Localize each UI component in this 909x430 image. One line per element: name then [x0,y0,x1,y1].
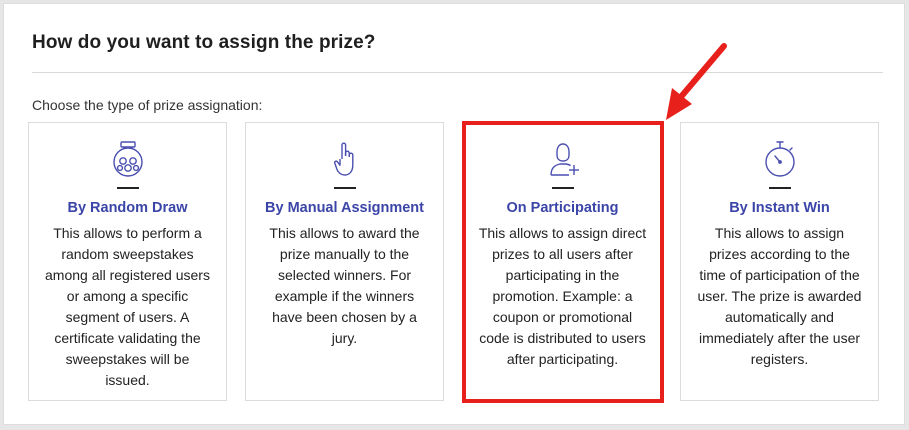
user-add-icon [464,139,661,179]
hand-pointing-icon [246,139,443,179]
option-description: This allows to assign prizes according t… [697,225,862,367]
option-card-manual-assignment[interactable]: By Manual Assignment This allows to awar… [245,122,444,401]
card-divider [551,187,574,189]
option-description: This allows to perform a random sweepsta… [45,225,210,388]
option-card-random-draw[interactable]: By Random Draw This allows to perform a … [28,122,227,401]
option-card-on-participating[interactable]: On Participating This allows to assign d… [463,122,662,401]
lottery-drum-icon [29,139,226,179]
option-description: This allows to award the prize manually … [269,225,420,346]
option-card-instant-win[interactable]: By Instant Win This allows to assign pri… [680,122,879,401]
option-title: By Random Draw [67,200,188,216]
option-title: By Instant Win [729,200,830,216]
card-divider [116,187,139,189]
card-divider [333,187,356,189]
option-title: By Manual Assignment [265,200,424,216]
option-title: On Participating [506,200,619,216]
card-divider [768,187,791,189]
divider [32,72,883,73]
page-title: How do you want to assign the prize? [32,32,376,53]
option-description: This allows to assign direct prizes to a… [478,225,647,367]
stopwatch-icon [681,139,878,179]
section-subtitle: Choose the type of prize assignation: [32,97,263,113]
